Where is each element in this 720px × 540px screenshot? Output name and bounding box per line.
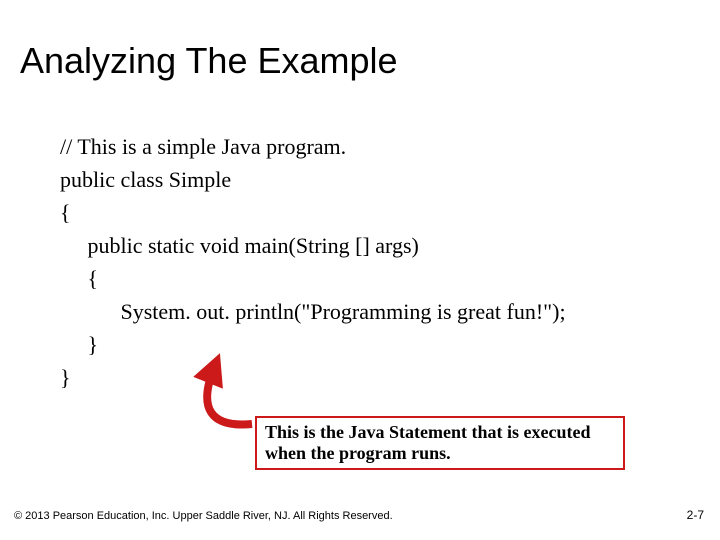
code-line: // This is a simple Java program.	[60, 130, 566, 163]
code-line: }	[60, 328, 566, 361]
code-line: {	[60, 262, 566, 295]
code-line: public class Simple	[60, 163, 566, 196]
code-line: public static void main(String [] args)	[60, 229, 566, 262]
callout-box: This is the Java Statement that is execu…	[255, 416, 625, 470]
slide-title: Analyzing The Example	[20, 40, 398, 82]
page-number: 2-7	[687, 508, 704, 522]
slide: Analyzing The Example // This is a simpl…	[0, 0, 720, 540]
copyright-footer: © 2013 Pearson Education, Inc. Upper Sad…	[14, 510, 393, 522]
code-example: // This is a simple Java program. public…	[60, 130, 566, 394]
code-line: {	[60, 196, 566, 229]
callout-arrow-icon	[190, 358, 260, 428]
code-line: }	[60, 361, 566, 394]
code-line: System. out. println("Programming is gre…	[60, 295, 566, 328]
